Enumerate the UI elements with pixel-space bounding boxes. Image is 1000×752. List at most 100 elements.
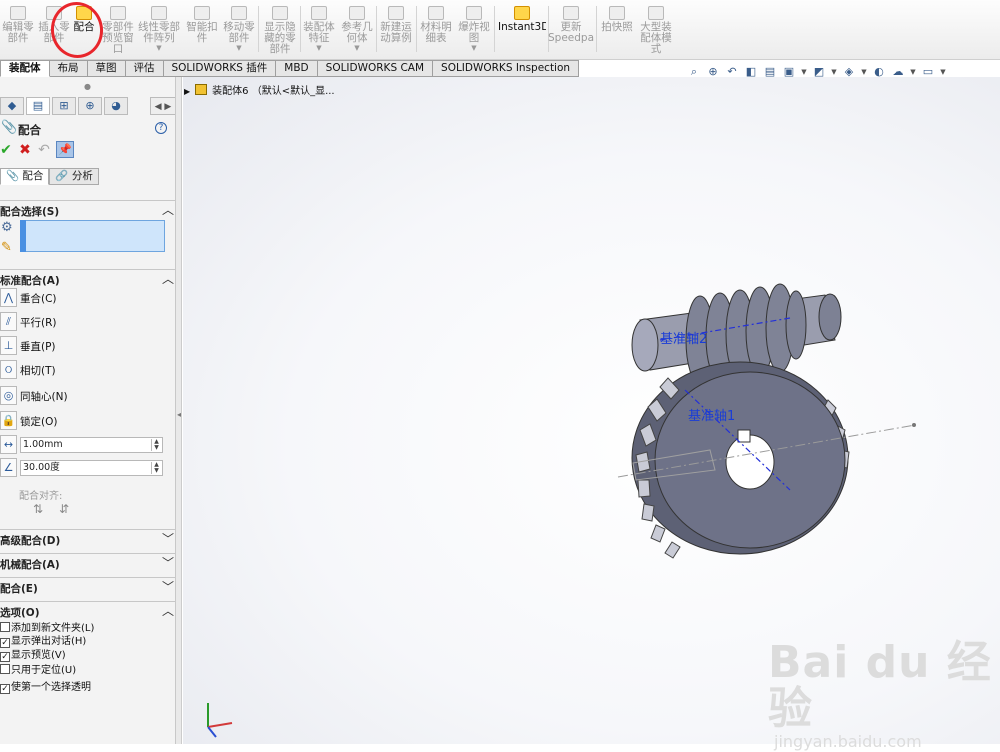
aligned-icon[interactable]: ⇅ xyxy=(30,502,46,518)
perpendicular-icon: ⊥ xyxy=(0,336,17,355)
chevron-down-icon[interactable]: ﹀ xyxy=(162,578,174,595)
mate-label: 相切(T) xyxy=(20,365,56,377)
help-icon[interactable]: ? xyxy=(155,122,167,134)
worm-gear-model[interactable]: 基准轴2 基准轴1 xyxy=(600,280,930,570)
checkbox-checked[interactable]: ✓ xyxy=(0,638,10,648)
bill-of-materials-button[interactable]: 材料明 细表 xyxy=(418,2,454,58)
tab-cam[interactable]: SOLIDWORKS CAM xyxy=(317,60,434,77)
chevron-down-icon[interactable]: ﹀ xyxy=(162,554,174,571)
datum-axis-1-label[interactable]: 基准轴1 xyxy=(688,409,735,424)
tab-mbd[interactable]: MBD xyxy=(276,60,318,77)
baidu-watermark: Bai du 经验 jingyan.baidu.com xyxy=(768,640,1000,752)
section-advanced-mates[interactable]: 高级配合(D) ﹀ xyxy=(0,529,175,547)
checkbox-checked[interactable]: ✓ xyxy=(0,684,10,694)
preview-window-icon xyxy=(110,6,126,20)
command-manager-ribbon: 编辑零 部件 插入零 部件 配合 零部件 预览窗 口 线性零部 件阵列 ▼ 智能扣… xyxy=(0,0,1000,62)
dimxpert-manager-tab-icon[interactable]: ⊕ xyxy=(78,97,102,115)
large-assembly-mode-button[interactable]: 大型装 配体模 式 xyxy=(636,2,676,58)
assembly-name: 装配体6 （默认<默认_显... xyxy=(212,86,335,97)
property-manager-tab-icon[interactable]: ▤ xyxy=(26,97,50,115)
panel-splitter[interactable]: ◂ xyxy=(176,77,182,744)
show-hidden-components-button[interactable]: 显示隐 藏的零 部件 xyxy=(261,2,299,58)
assembly-features-button[interactable]: 装配体 特征 ▼ xyxy=(301,2,337,58)
option-use-for-positioning-only[interactable]: 只用于定位(U) xyxy=(0,664,76,678)
move-component-button[interactable]: 移动零 部件 ▼ xyxy=(221,2,257,58)
ribbon-separator xyxy=(596,6,597,52)
expand-arrow-icon[interactable]: ▶ xyxy=(184,87,190,96)
component-preview-window-button[interactable]: 零部件 预览窗 口 xyxy=(100,2,136,58)
tab-inspection[interactable]: SOLIDWORKS Inspection xyxy=(433,60,580,77)
distance-icon[interactable]: ↔ xyxy=(0,435,17,454)
mate-selections-list[interactable] xyxy=(20,220,165,252)
linear-component-pattern-button[interactable]: 线性零部 件阵列 ▼ xyxy=(136,2,182,58)
concentric-mate-option[interactable]: ◎ 同轴心(N) xyxy=(0,385,175,407)
section-mate-selections[interactable]: 配合选择(S) ︿ xyxy=(0,200,175,218)
edit-component-button[interactable]: 编辑零 部件 xyxy=(0,2,36,58)
checkbox-checked[interactable]: ✓ xyxy=(0,652,10,662)
smart-fasteners-button[interactable]: 智能扣 件 xyxy=(184,2,220,58)
update-speedpak-button[interactable]: 更新 Speedpak xyxy=(548,2,594,58)
angle-icon[interactable]: ∠ xyxy=(0,458,17,477)
chevron-up-icon[interactable]: ︿ xyxy=(162,270,174,287)
panel-grip-dot[interactable]: ● xyxy=(84,82,91,91)
spinner-icon[interactable]: ▲ ▼ xyxy=(151,439,161,451)
chevron-up-icon[interactable]: ︿ xyxy=(162,201,174,218)
reference-geometry-button[interactable]: 参考几 何体 ▼ xyxy=(339,2,375,58)
perpendicular-mate-option[interactable]: ⊥ 垂直(P) xyxy=(0,335,175,357)
datum-axis-2-label[interactable]: 基准轴2 xyxy=(660,332,707,347)
section-options[interactable]: 选项(O) ︿ xyxy=(0,601,175,619)
ribbon-separator xyxy=(258,6,259,52)
distance-input[interactable]: 1.00mm ▲ ▼ xyxy=(20,437,163,453)
tab-mates-label: 配合 xyxy=(22,170,44,182)
checkbox[interactable] xyxy=(0,622,10,632)
ok-button[interactable]: ✔ xyxy=(0,141,15,159)
tab-assembly[interactable]: 装配体 xyxy=(0,60,50,77)
keep-visible-pin-button[interactable]: 📌 xyxy=(56,141,74,158)
chevron-down-icon[interactable]: ﹀ xyxy=(162,530,174,547)
tab-addins[interactable]: SOLIDWORKS 插件 xyxy=(163,60,277,77)
tab-evaluate[interactable]: 评估 xyxy=(125,60,164,77)
tab-layout[interactable]: 布局 xyxy=(49,60,88,77)
flyout-feature-tree[interactable]: ▶ 装配体6 （默认<默认_显... xyxy=(184,82,335,97)
feature-manager-tab-icon[interactable]: ◆ xyxy=(0,97,24,115)
angle-input[interactable]: 30.00度 ▲ ▼ xyxy=(20,460,163,476)
section-standard-mates[interactable]: 标准配合(A) ︿ xyxy=(0,269,175,287)
spinner-icon[interactable]: ▲ ▼ xyxy=(151,462,161,474)
option-show-preview[interactable]: ✓ 显示预览(V) xyxy=(0,650,66,664)
lock-mate-option[interactable]: 🔒 锁定(O) xyxy=(0,410,175,432)
dropdown-arrow-icon[interactable]: ▼ xyxy=(136,44,182,52)
checkbox[interactable] xyxy=(0,664,10,674)
configuration-manager-tab-icon[interactable]: ⊞ xyxy=(52,97,76,115)
cancel-button[interactable]: ✖ xyxy=(16,141,34,159)
tab-analysis[interactable]: 🔗 分析 xyxy=(49,168,99,185)
section-mechanical-mates[interactable]: 机械配合(A) ﹀ xyxy=(0,553,175,571)
tab-sketch[interactable]: 草图 xyxy=(87,60,126,77)
tab-mates[interactable]: 📎 配合 xyxy=(0,168,50,185)
chevron-up-icon[interactable]: ︿ xyxy=(162,602,174,619)
display-manager-tab-icon[interactable]: ◕ xyxy=(104,97,128,115)
dropdown-arrow-icon[interactable]: ▼ xyxy=(456,44,492,52)
coincident-mate-option[interactable]: ⋀ 重合(C) xyxy=(0,287,175,309)
exploded-view-button[interactable]: 爆炸视 图 ▼ xyxy=(456,2,492,58)
tangent-mate-option[interactable]: ଠ 相切(T) xyxy=(0,359,175,381)
option-make-first-selection-transparent[interactable]: ✓ 使第一个选择透明 xyxy=(0,682,91,696)
section-mates[interactable]: 配合(E) ﹀ xyxy=(0,577,175,595)
take-snapshot-button[interactable]: 拍快照 xyxy=(598,2,636,58)
tab-scroll-arrows[interactable]: ◀ ▶ xyxy=(150,97,175,115)
multi-mate-icon: ✎ xyxy=(1,240,12,255)
section-title: 高级配合(D) xyxy=(0,535,61,547)
new-motion-study-button[interactable]: 新建运 动算例 xyxy=(378,2,414,58)
instant3d-button[interactable]: Instant3D xyxy=(498,2,546,58)
anti-aligned-icon[interactable]: ⇵ xyxy=(56,502,72,518)
parallel-mate-option[interactable]: ⫽ 平行(R) xyxy=(0,311,175,333)
option-add-to-new-folder[interactable]: 添加到新文件夹(L) xyxy=(0,622,94,636)
dropdown-arrow-icon[interactable]: ▼ xyxy=(301,44,337,52)
dropdown-arrow-icon[interactable]: ▼ xyxy=(221,44,257,52)
mate-label: 锁定(O) xyxy=(20,416,58,428)
tab-analysis-label: 分析 xyxy=(71,170,93,182)
option-show-popup-dialog[interactable]: ✓ 显示弹出对话(H) xyxy=(0,636,86,650)
dropdown-arrow-icon[interactable]: ▼ xyxy=(339,44,375,52)
undo-button[interactable]: ↶ xyxy=(35,141,53,159)
reference-geometry-icon xyxy=(349,6,365,20)
ribbon-separator xyxy=(376,6,377,52)
